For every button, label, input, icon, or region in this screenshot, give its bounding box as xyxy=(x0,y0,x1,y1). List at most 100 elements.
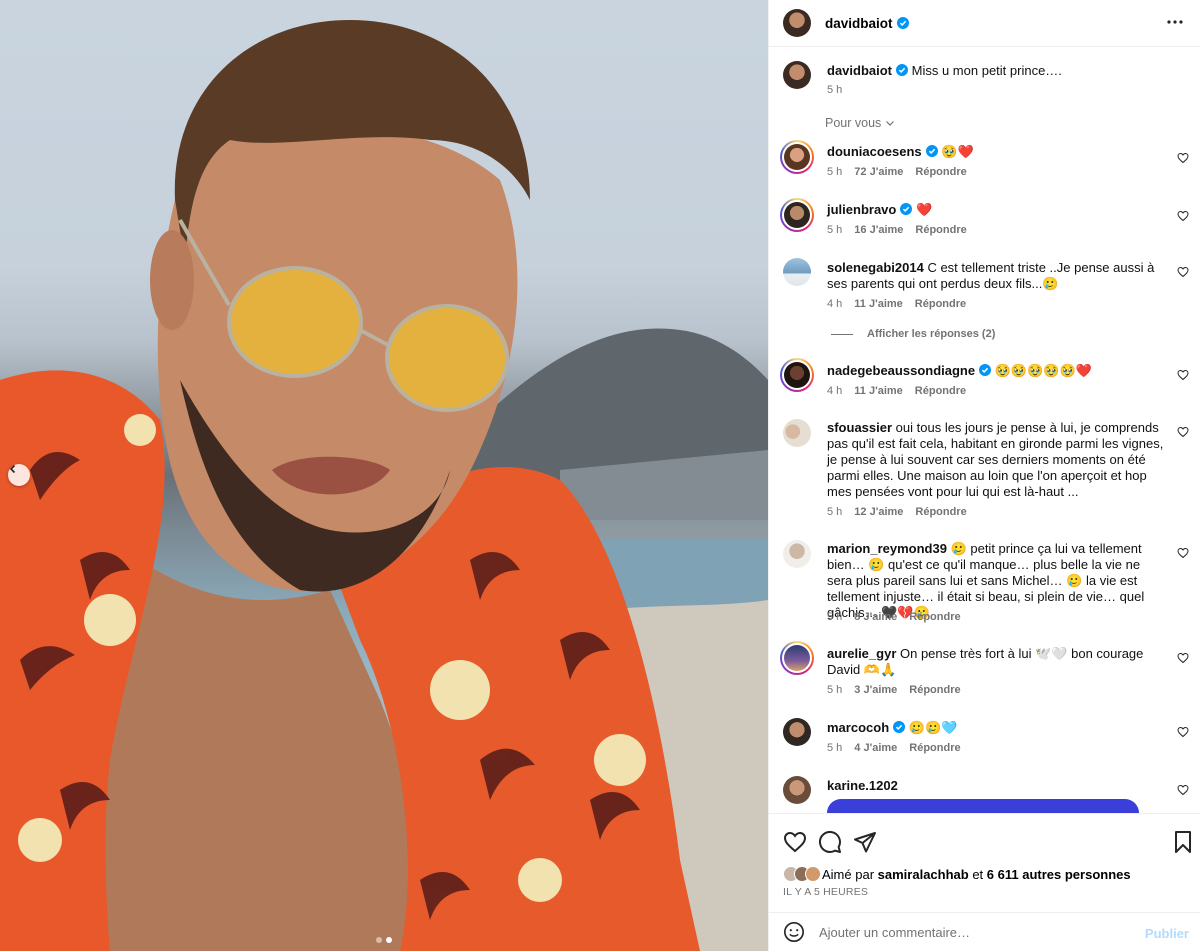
comment-username[interactable]: marcocoh xyxy=(827,720,889,735)
like-heart-icon[interactable] xyxy=(783,830,807,854)
comment-meta: 5 h 12 J'aime Répondre xyxy=(827,506,967,518)
like-comment-heart-icon[interactable] xyxy=(1177,426,1189,438)
comment-sort-dropdown[interactable]: Pour vous xyxy=(825,116,895,130)
comment-username[interactable]: aurelie_gyr xyxy=(827,646,896,661)
more-options-icon[interactable] xyxy=(1165,12,1185,32)
comment-meta: 5 h 16 J'aime Répondre xyxy=(827,224,967,236)
like-comment-heart-icon[interactable] xyxy=(1177,152,1189,164)
chevron-left-icon xyxy=(9,464,16,474)
comment-text: nadegebeaussondiagne 🥹🥹🥹🥹🥹❤️ xyxy=(827,363,1167,379)
comment-likes[interactable]: 3 J'aime xyxy=(854,684,897,696)
comment-body: 🥹🥹🥹🥹🥹❤️ xyxy=(994,363,1092,378)
comment-meta: 5 h 4 J'aime Répondre xyxy=(827,742,961,754)
comment-likes[interactable]: 16 J'aime xyxy=(854,224,903,236)
reply-button[interactable]: Répondre xyxy=(909,684,960,696)
reply-button[interactable]: Répondre xyxy=(915,298,966,310)
like-comment-heart-icon[interactable] xyxy=(1177,369,1189,381)
comment-avatar[interactable] xyxy=(783,258,811,286)
comment-avatar xyxy=(784,144,810,170)
comment-username[interactable]: nadegebeaussondiagne xyxy=(827,363,975,378)
reply-button[interactable]: Répondre xyxy=(915,506,966,518)
like-comment-heart-icon[interactable] xyxy=(1177,726,1189,738)
reply-button[interactable]: Répondre xyxy=(915,385,966,397)
post-actions: Aimé par samiralachhab et 6 611 autres p… xyxy=(769,813,1200,921)
comment-text: marion_reymond39 🥲 petit prince ça lui v… xyxy=(827,541,1167,621)
carousel-prev-button[interactable] xyxy=(8,464,30,486)
liker-avatars xyxy=(783,866,821,882)
comment-likes[interactable]: 11 J'aime xyxy=(854,298,903,310)
likes-others[interactable]: 6 611 autres personnes xyxy=(987,867,1131,882)
comment-time: 4 h xyxy=(827,385,843,397)
comment-time: 5 h xyxy=(827,742,843,754)
verified-badge-icon xyxy=(893,721,906,733)
verified-badge-icon xyxy=(900,203,913,215)
comment-avatar[interactable] xyxy=(783,419,811,447)
story-ring[interactable] xyxy=(780,358,814,392)
story-ring[interactable] xyxy=(780,140,814,174)
comment-avatar[interactable] xyxy=(783,540,811,568)
caption-avatar[interactable] xyxy=(783,61,811,89)
like-comment-heart-icon[interactable] xyxy=(1177,266,1189,278)
comment-likes[interactable]: 4 J'aime xyxy=(854,742,897,754)
comment-username[interactable]: solenegabi2014 xyxy=(827,260,924,275)
author-avatar[interactable] xyxy=(783,9,811,37)
comment-input[interactable] xyxy=(819,924,1119,940)
comment-sort-label: Pour vous xyxy=(825,116,882,130)
story-ring[interactable] xyxy=(780,198,814,232)
photo-illustration xyxy=(0,20,768,951)
post-header: davidbaiot xyxy=(769,0,1200,47)
reply-button[interactable]: Répondre xyxy=(915,166,966,178)
comment-time: 4 h xyxy=(827,298,843,310)
share-send-icon[interactable] xyxy=(853,830,877,854)
comment-time: 5 h xyxy=(827,166,843,178)
emoji-picker-icon[interactable] xyxy=(783,921,805,943)
like-comment-heart-icon[interactable] xyxy=(1177,784,1189,796)
comment-username[interactable]: sfouassier xyxy=(827,420,892,435)
comment-avatar[interactable] xyxy=(783,718,811,746)
post-sidebar: davidbaiot davidbaiot Miss u mon petit p… xyxy=(768,0,1200,951)
author-username[interactable]: davidbaiot xyxy=(825,16,893,31)
like-comment-heart-icon[interactable] xyxy=(1177,652,1189,664)
comments-list: davidbaiot Miss u mon petit prince…. 5 h… xyxy=(769,47,1200,813)
comment-meta: 4 h 11 J'aime Répondre xyxy=(827,385,966,397)
likes-user[interactable]: samiralachhab xyxy=(878,867,969,882)
publish-button[interactable]: Publier xyxy=(1145,926,1189,941)
comment-bubble-icon[interactable] xyxy=(818,830,842,854)
comment-username[interactable]: karine.1202 xyxy=(827,778,898,793)
comment-body: 🥲🥲🩵 xyxy=(908,720,958,735)
comment-time: 5 h xyxy=(827,684,843,696)
comment-username[interactable]: marion_reymond39 xyxy=(827,541,947,556)
comment-likes[interactable]: 11 J'aime xyxy=(854,385,903,397)
comment-time: 5 h xyxy=(827,224,843,236)
save-bookmark-icon[interactable] xyxy=(1171,830,1195,854)
verified-badge-icon xyxy=(979,364,992,376)
post-timestamp: IL Y A 5 HEURES xyxy=(783,886,869,898)
comment-likes[interactable]: 12 J'aime xyxy=(854,506,903,518)
comment-body: ❤️ xyxy=(915,202,933,217)
comment-username[interactable]: douniacoesens xyxy=(827,144,922,159)
comment-username[interactable]: julienbravo xyxy=(827,202,896,217)
comment-media-preview[interactable] xyxy=(827,799,1139,813)
likes-conj: et xyxy=(972,866,984,882)
story-ring[interactable] xyxy=(780,641,814,675)
comment-text: julienbravo ❤️ xyxy=(827,202,1167,218)
comment-meta: 5 h 3 J'aime Répondre xyxy=(827,684,961,696)
likes-summary[interactable]: Aimé par samiralachhab et 6 611 autres p… xyxy=(783,866,1131,882)
comment-avatar[interactable] xyxy=(783,776,811,804)
carousel-dots xyxy=(376,937,392,943)
comment-meta: 5 h 8 J'aime Répondre xyxy=(827,611,961,623)
comment-likes[interactable]: 8 J'aime xyxy=(854,611,897,623)
reply-button[interactable]: Répondre xyxy=(915,224,966,236)
comment-time: 5 h xyxy=(827,611,843,623)
caption-username[interactable]: davidbaiot xyxy=(827,63,892,78)
verified-badge-icon xyxy=(925,145,938,157)
comment-text: solenegabi2014 C est tellement triste ..… xyxy=(827,260,1167,292)
comment-composer: Publier xyxy=(769,912,1200,951)
like-comment-heart-icon[interactable] xyxy=(1177,210,1189,222)
comment-likes[interactable]: 72 J'aime xyxy=(854,166,903,178)
comment-avatar xyxy=(784,362,810,388)
reply-button[interactable]: Répondre xyxy=(909,611,960,623)
like-comment-heart-icon[interactable] xyxy=(1177,547,1189,559)
reply-button[interactable]: Répondre xyxy=(909,742,960,754)
view-replies-button[interactable]: Afficher les réponses (2) xyxy=(831,328,995,340)
